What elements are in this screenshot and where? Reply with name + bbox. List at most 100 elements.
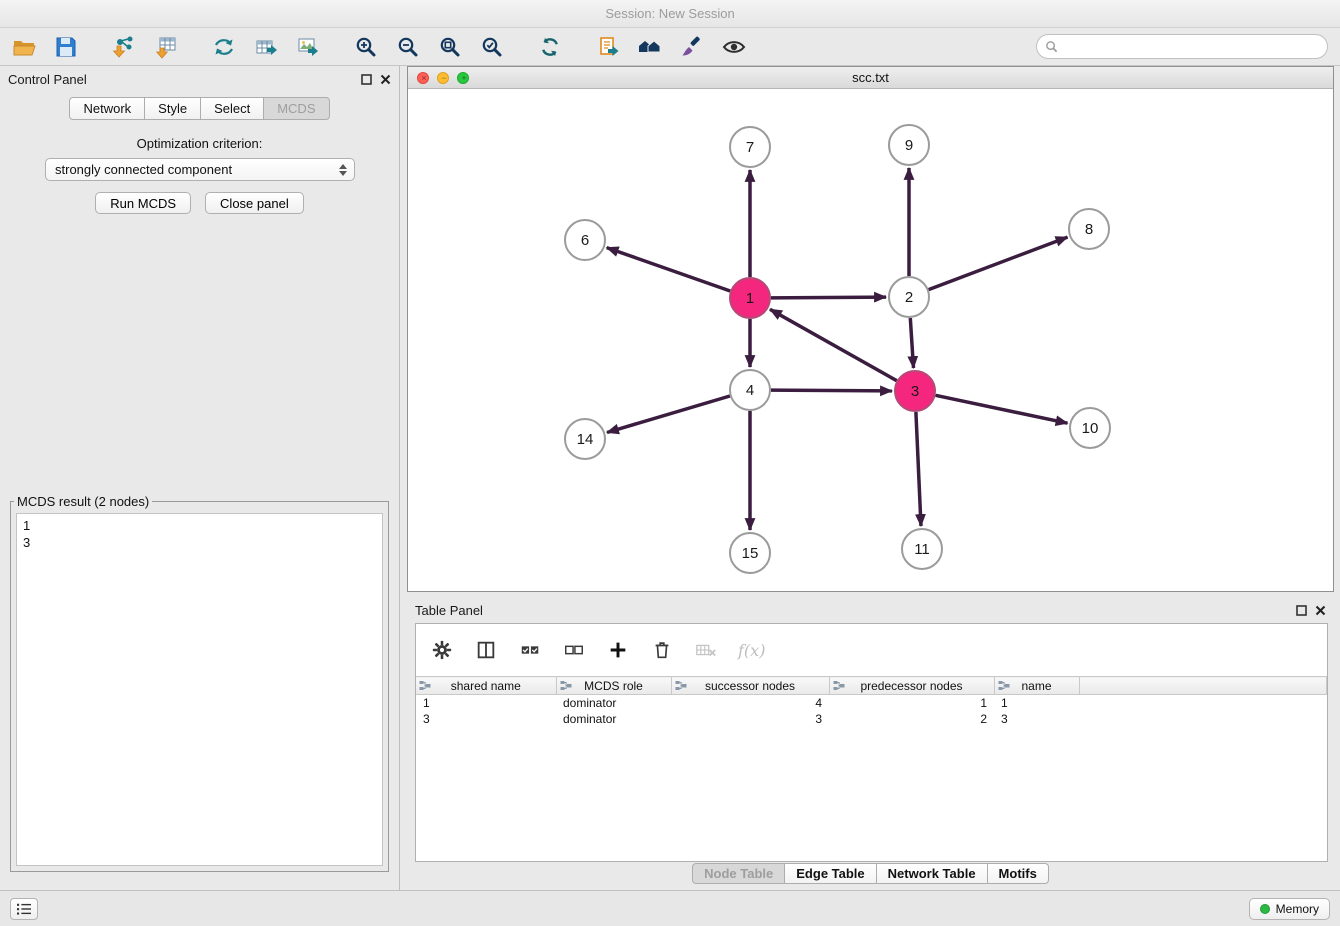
export-table-button[interactable] [252,33,280,61]
tab-mcds[interactable]: MCDS [263,97,329,120]
column-edit-icon [560,680,572,692]
graph-node-9[interactable]: 9 [889,125,929,165]
tab-network[interactable]: Network [69,97,145,120]
tab-select[interactable]: Select [200,97,264,120]
table-panel-title: Table Panel [415,603,483,618]
graph-node-4[interactable]: 4 [730,370,770,410]
graph-edge-1-2[interactable] [771,297,886,298]
mcds-result-list[interactable]: 13 [16,513,383,866]
table-cell-predecessor-nodes[interactable]: 2 [829,711,994,727]
float-icon[interactable] [361,74,372,85]
zoom-fit-button[interactable] [436,33,464,61]
save-session-button[interactable] [52,33,80,61]
zoom-out-button[interactable] [394,33,422,61]
table-cell-predecessor-nodes[interactable]: 1 [829,695,994,711]
close-icon[interactable] [1315,605,1326,616]
zoom-light[interactable]: + [457,72,469,84]
column-header-mcds-role[interactable]: MCDS role [556,677,671,695]
graph-edge-2-8[interactable] [929,237,1068,290]
refresh-button[interactable] [536,33,564,61]
graph-node-8[interactable]: 8 [1069,209,1109,249]
minimize-light[interactable]: − [437,72,449,84]
delete-table-button[interactable] [694,638,718,662]
close-icon[interactable] [380,74,391,85]
visibility-button[interactable] [720,33,748,61]
table-cell-successor-nodes[interactable]: 4 [671,695,829,711]
deselect-all-button[interactable] [562,638,586,662]
export-table-icon [254,35,278,59]
table-cell-mcds-role[interactable]: dominator [556,711,671,727]
search-field[interactable] [1036,34,1328,59]
open-session-button[interactable] [10,33,38,61]
graph-edge-2-3[interactable] [910,318,913,368]
graph-node-11[interactable]: 11 [902,529,942,569]
table-cell-successor-nodes[interactable]: 3 [671,711,829,727]
tab-node-table[interactable]: Node Table [692,863,785,884]
graph-edge-4-3[interactable] [771,390,892,391]
float-icon[interactable] [1296,605,1307,616]
gear-icon [431,639,453,661]
tab-motifs[interactable]: Motifs [987,863,1049,884]
import-network-icon [112,35,136,59]
graph-node-6[interactable]: 6 [565,220,605,260]
svg-text:4: 4 [746,382,754,399]
svg-text:6: 6 [581,232,589,249]
network-window-titlebar[interactable]: × − + scc.txt [408,67,1333,89]
select-all-button[interactable] [518,638,542,662]
style-button[interactable] [678,33,706,61]
column-header-shared-name[interactable]: shared name [416,677,556,695]
plus-icon [607,639,629,661]
export-network-button[interactable] [210,33,238,61]
delete-column-button[interactable] [650,638,674,662]
network-canvas[interactable]: 7 9 6 8 1 2 4 3 14 10 15 11 [408,89,1333,591]
split-column-button[interactable] [474,638,498,662]
control-panel-title: Control Panel [8,72,87,87]
svg-text:14: 14 [577,431,594,448]
tab-edge-table[interactable]: Edge Table [784,863,876,884]
tab-style[interactable]: Style [144,97,201,120]
import-table-button[interactable] [152,33,180,61]
run-mcds-button[interactable]: Run MCDS [95,192,191,214]
graph-node-7[interactable]: 7 [730,127,770,167]
table-cell-name[interactable]: 3 [994,711,1079,727]
graph-edge-1-6[interactable] [607,248,731,291]
search-input[interactable] [1064,39,1327,54]
settings-button[interactable] [430,638,454,662]
memory-button[interactable]: Memory [1249,898,1330,920]
table-panel: Table Panel [407,597,1334,888]
column-header-successor-nodes[interactable]: successor nodes [671,677,829,695]
task-history-button[interactable] [10,898,38,920]
optimization-criterion-select[interactable]: strongly connected component [45,158,355,181]
tab-network-table[interactable]: Network Table [876,863,988,884]
table-cell-name[interactable]: 1 [994,695,1079,711]
export-image-button[interactable] [294,33,322,61]
graph-edge-3-1[interactable] [770,309,897,380]
graph-node-2[interactable]: 2 [889,277,929,317]
paintbrush-icon [680,35,704,59]
graph-node-15[interactable]: 15 [730,533,770,573]
import-network-button[interactable] [110,33,138,61]
graph-edge-3-11[interactable] [916,412,921,526]
zoom-in-button[interactable] [352,33,380,61]
table-cell-shared-name[interactable]: 1 [416,695,556,711]
graph-node-3[interactable]: 3 [895,371,935,411]
zoom-selected-button[interactable] [478,33,506,61]
overview-button[interactable] [636,33,664,61]
graph-node-1[interactable]: 1 [730,278,770,318]
table-panel-header: Table Panel [407,597,1334,623]
close-panel-button[interactable]: Close panel [205,192,304,214]
copy-view-button[interactable] [594,33,622,61]
add-column-button[interactable] [606,638,630,662]
table-cell-mcds-role[interactable]: dominator [556,695,671,711]
graph-edge-3-10[interactable] [936,395,1068,423]
graph-node-10[interactable]: 10 [1070,408,1110,448]
table-cell-shared-name[interactable]: 3 [416,711,556,727]
column-header-name[interactable]: name [994,677,1079,695]
graph-edge-4-14[interactable] [607,396,730,433]
function-builder-button[interactable]: f(x) [738,641,765,660]
memory-label: Memory [1276,902,1319,916]
close-light[interactable]: × [417,72,429,84]
column-header-predecessor-nodes[interactable]: predecessor nodes [829,677,994,695]
graph-node-14[interactable]: 14 [565,419,605,459]
folder-icon [12,35,36,59]
